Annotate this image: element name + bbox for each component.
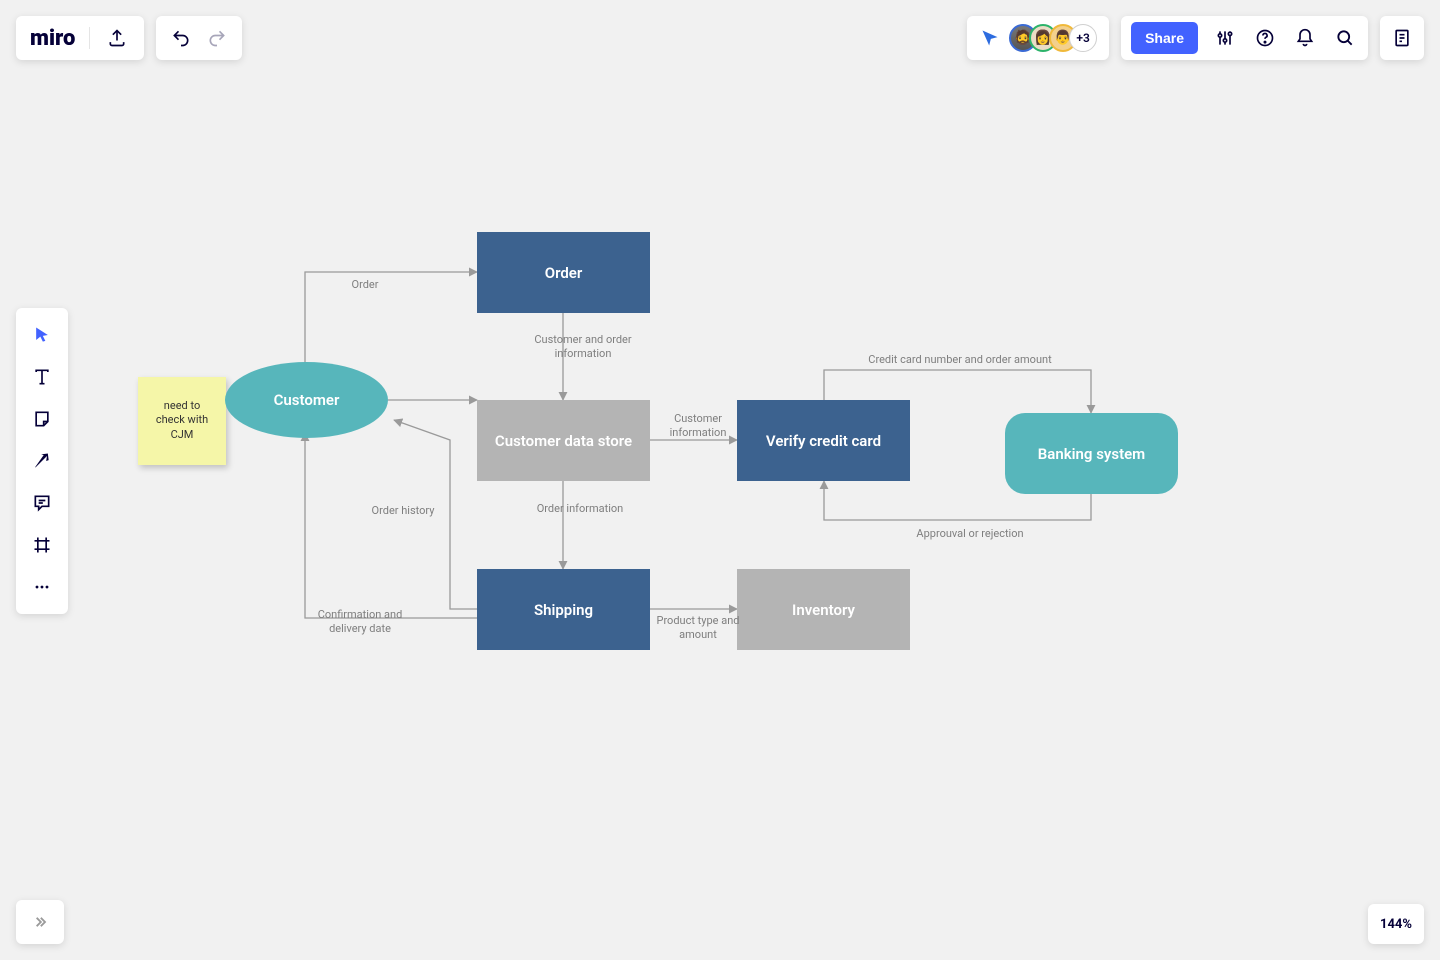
edge-label: Approuval or rejection [890,527,1050,541]
edges-layer [0,0,1440,960]
node-label: Order [545,264,583,282]
edge-label: Order information [530,502,630,516]
node-order[interactable]: Order [477,232,650,313]
node-label: Customer data store [495,432,632,450]
node-banking-system[interactable]: Banking system [1005,413,1178,494]
edge-label: Customer and order information [518,333,648,361]
sticky-note[interactable]: need to check with CJM [138,377,226,465]
canvas[interactable]: need to check with CJM Customer Order Cu… [0,0,1440,960]
node-label: Verify credit card [766,432,881,450]
edge-label: Order [330,278,400,292]
node-shipping[interactable]: Shipping [477,569,650,650]
edge-label: Confirmation and delivery date [300,608,420,636]
node-verify-credit-card[interactable]: Verify credit card [737,400,910,481]
edge-label: Credit card number and order amount [840,353,1080,367]
edge-label: Customer information [648,412,748,440]
node-customer-data-store[interactable]: Customer data store [477,400,650,481]
node-label: Customer [274,391,340,409]
node-label: Inventory [792,601,855,619]
node-customer[interactable]: Customer [225,362,388,438]
edge-label: Product type and amount [648,614,748,642]
edge-label: Order history [358,504,448,518]
sticky-text: need to check with CJM [156,399,208,441]
node-inventory[interactable]: Inventory [737,569,910,650]
node-label: Banking system [1038,445,1145,463]
node-label: Shipping [534,601,593,619]
